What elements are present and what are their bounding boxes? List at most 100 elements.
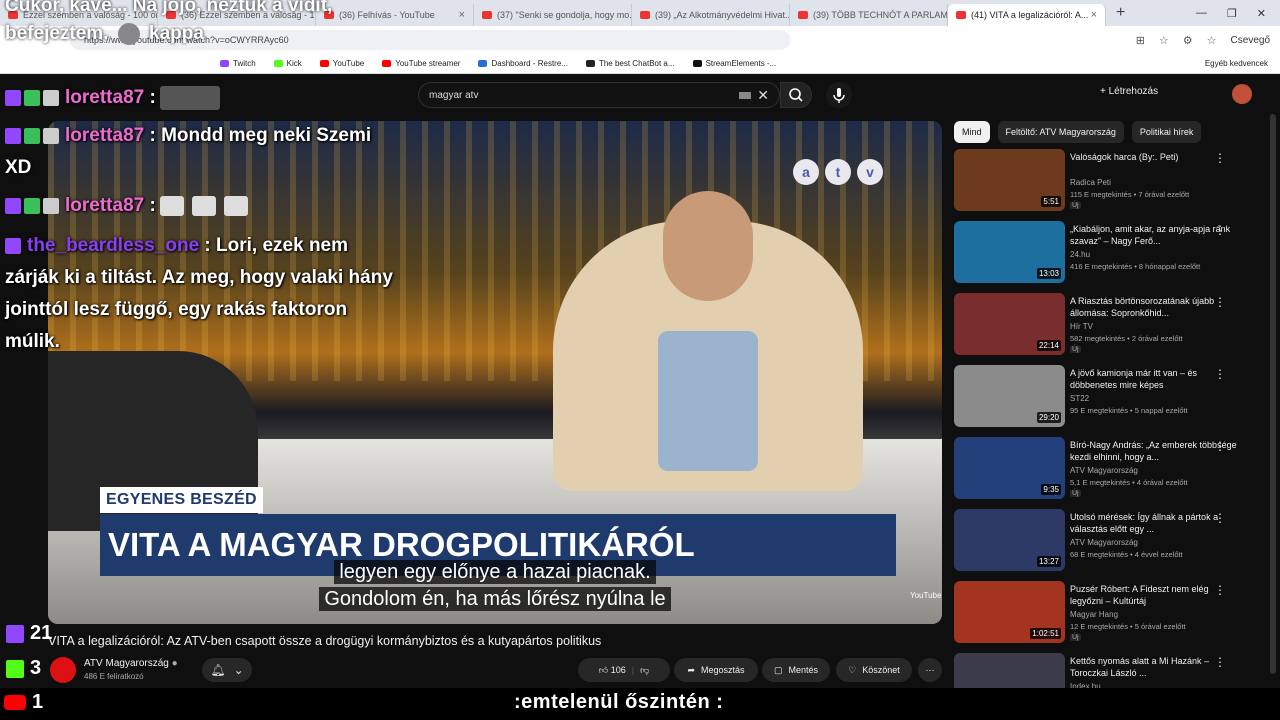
chat-message-continuation: múlik. <box>5 331 60 352</box>
atv-logo-letter: v <box>857 159 883 185</box>
twitch-icon <box>5 89 21 106</box>
clear-search-icon[interactable]: ✕ <box>757 87 769 104</box>
close-tab-icon[interactable]: × <box>459 9 465 21</box>
video-thumbnail[interactable]: 5:51 <box>954 149 1065 211</box>
streamelements-icon <box>692 60 702 67</box>
chevron-down-icon: ⌄ <box>233 663 244 677</box>
avatar[interactable] <box>1232 84 1252 104</box>
like-dislike-group: 👍︎ 106 | 👎︎ <box>578 658 670 682</box>
bookmark-item[interactable]: StreamElements -... <box>692 59 776 68</box>
video-thumbnail[interactable]: 13:03 <box>954 221 1065 283</box>
favorite-star-icon[interactable]: ☆ <box>1159 34 1169 47</box>
chat-message-continuation: jointtól lesz függő, egy rakás faktoron <box>5 299 348 320</box>
microphone-icon <box>833 88 845 103</box>
search-input[interactable]: magyar atv ✕ <box>418 82 780 108</box>
browser-tab[interactable]: (39) „Az Alkotmányvédelmi Hivat...× <box>632 4 790 26</box>
recommended-video[interactable]: 9:35 Bíró-Nagy András: „Az emberek többsé… <box>954 437 1264 501</box>
create-button[interactable]: + Létrehozás <box>1100 86 1158 97</box>
notification-bell-button[interactable]: 🔔︎ ⌄ <box>202 658 252 682</box>
close-window-icon[interactable]: ✕ <box>1257 7 1266 20</box>
kick-viewer-count: 3 <box>6 657 41 680</box>
browser-tab-active[interactable]: (41) VITA a legalizációról: A... × <box>948 4 1106 26</box>
more-options-icon[interactable]: ⋮ <box>1214 511 1226 525</box>
voice-search-button[interactable] <box>826 82 852 108</box>
tab-label: (39) TÖBB TECHNÓT A PARLAMEN... <box>813 10 948 20</box>
tab-search-icon[interactable]: ⊞ <box>1136 34 1145 47</box>
video-thumbnail[interactable]: 1:02:51 <box>954 581 1065 643</box>
browser-tab[interactable]: (39) TÖBB TECHNÓT A PARLAMEN...× <box>790 4 948 26</box>
recommended-channel[interactable]: Radica Peti <box>1070 178 1111 187</box>
recommended-channel[interactable]: ATV Magyarország <box>1070 466 1138 475</box>
thanks-button[interactable]: ♡ Köszönet <box>836 658 912 682</box>
recommended-video[interactable]: 13:27 Utolsó mérések: Így állnak a pártok… <box>954 509 1264 573</box>
new-badge: Új <box>1070 346 1081 353</box>
new-badge: Új <box>1070 634 1081 641</box>
youtube-favicon-icon <box>640 11 650 19</box>
copilot-label[interactable]: Csevegő <box>1231 35 1270 46</box>
bookmark-item[interactable]: Dashboard - Restre... <box>478 59 568 68</box>
recommended-channel[interactable]: 24.hu <box>1070 250 1090 259</box>
channel-avatar[interactable] <box>50 657 76 683</box>
dislike-button[interactable]: 👎︎ <box>640 665 649 676</box>
recommended-video[interactable]: 29:20 A jövő kamionja már itt van – és dö… <box>954 365 1264 429</box>
bookmark-item[interactable]: The best ChatBot a... <box>585 59 675 68</box>
video-thumbnail[interactable]: 13:27 <box>954 509 1065 571</box>
more-options-icon[interactable]: ⋮ <box>1214 151 1226 165</box>
twitch-icon <box>6 624 24 643</box>
scrollbar[interactable] <box>1270 114 1276 674</box>
more-options-icon[interactable]: ⋮ <box>1214 295 1226 309</box>
like-button[interactable]: 👍︎ 106 <box>599 665 626 676</box>
video-duration: 1:02:51 <box>1030 628 1061 639</box>
save-button[interactable]: ▢ Mentés <box>762 658 830 682</box>
chip-all[interactable]: Mind <box>954 121 990 143</box>
video-thumbnail[interactable]: 9:35 <box>954 437 1065 499</box>
chat-username: loretta87 <box>65 125 145 146</box>
recommended-channel[interactable]: Hír TV <box>1070 322 1093 331</box>
create-label: Létrehozás <box>1108 86 1159 97</box>
recommended-video[interactable]: 13:03 „Kiabáljon, amit akar, az anyja-apj… <box>954 221 1264 285</box>
share-button[interactable]: ➦ Megosztás <box>674 658 758 682</box>
recommended-channel[interactable]: ST22 <box>1070 394 1089 403</box>
favorites-icon[interactable]: ☆ <box>1207 34 1217 47</box>
stream-chat-overlay: Cukor, kávé... Na jójó, néztük a vidit, … <box>0 0 430 360</box>
chat-message-continuation: XD <box>5 157 32 178</box>
channel-name[interactable]: ATV Magyarország ● <box>84 658 178 669</box>
browser-tab[interactable]: (37) "Senki se gondolja, hogy mo...× <box>474 4 632 26</box>
bell-icon: 🔔︎ <box>210 663 226 677</box>
recommended-meta: 582 megtekintés • 2 órával ezelőtt <box>1070 334 1183 343</box>
recommended-meta: 12 E megtekintés • 5 órával ezelőtt <box>1070 622 1186 631</box>
minimize-icon[interactable]: — <box>1196 7 1207 20</box>
youtube-favicon-icon <box>956 11 966 19</box>
video-thumbnail[interactable]: 29:20 <box>954 365 1065 427</box>
other-bookmarks[interactable]: Egyéb kedvencek <box>1205 59 1280 68</box>
more-options-icon[interactable]: ⋮ <box>1214 655 1226 669</box>
youtube-favicon-icon <box>798 11 808 19</box>
tab-label: (39) „Az Alkotmányvédelmi Hivat... <box>655 10 790 20</box>
recommended-video[interactable]: 1:02:51 Puzsér Róbert: A Fideszt nem elég… <box>954 581 1264 645</box>
keyboard-icon[interactable] <box>739 91 752 99</box>
recommended-meta: 416 E megtekintés • 8 hónappal ezelőtt <box>1070 262 1201 271</box>
video-thumbnail[interactable]: 22:14 <box>954 293 1065 355</box>
new-tab-icon[interactable]: + <box>1116 4 1125 22</box>
chat-username: loretta87 <box>65 195 145 216</box>
kick-icon <box>6 659 24 678</box>
extensions-icon[interactable]: ⚙ <box>1183 34 1193 47</box>
more-actions-button[interactable]: ⋯ <box>918 658 942 682</box>
more-options-icon[interactable]: ⋮ <box>1214 439 1226 453</box>
more-icon: ⋯ <box>925 664 935 675</box>
more-options-icon[interactable]: ⋮ <box>1214 223 1226 237</box>
recommended-video[interactable]: 22:14 A Riasztás börtönsorozatának újabb … <box>954 293 1264 357</box>
chip-uploader[interactable]: Feltöltő: ATV Magyarország <box>997 121 1124 143</box>
close-tab-icon[interactable]: × <box>1091 9 1097 21</box>
recommended-video[interactable]: 5:51 Valóságok harca (By:. Peti) Radica Pe… <box>954 149 1264 213</box>
share-icon: ➦ <box>687 664 695 675</box>
search-button[interactable] <box>780 82 812 108</box>
chip-political-news[interactable]: Politikai hírek <box>1131 121 1202 143</box>
maximize-icon[interactable]: ❐ <box>1227 7 1237 20</box>
more-options-icon[interactable]: ⋮ <box>1214 583 1226 597</box>
recommended-channel[interactable]: Magyar Hang <box>1070 610 1118 619</box>
recommended-meta: 68 E megtekintés • 4 évvel ezelőtt <box>1070 550 1183 559</box>
more-options-icon[interactable]: ⋮ <box>1214 367 1226 381</box>
recommended-channel[interactable]: ATV Magyarország <box>1070 538 1138 547</box>
subtitle-line: legyen egy előnye a hazai piacnak. <box>48 560 942 584</box>
